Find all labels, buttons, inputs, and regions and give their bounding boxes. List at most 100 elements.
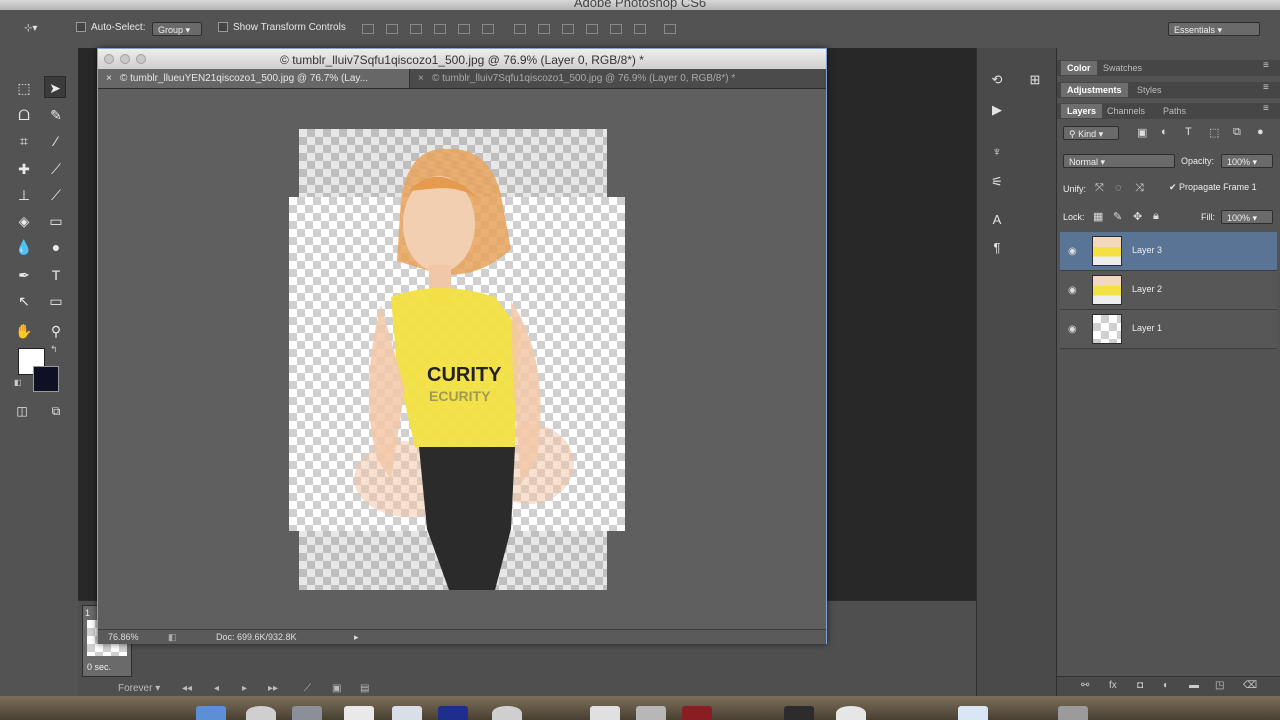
distribute-right-icon[interactable]: [634, 24, 646, 34]
tab-paths[interactable]: Paths: [1157, 104, 1192, 118]
layer-name[interactable]: Layer 1: [1132, 323, 1162, 333]
distribute-left-icon[interactable]: [586, 24, 598, 34]
workspace-switcher[interactable]: Essentials ▾: [1168, 22, 1260, 36]
layer-mask-icon[interactable]: ◘: [1137, 680, 1143, 691]
align-vcenter-icon[interactable]: [386, 24, 398, 34]
app-icon[interactable]: [492, 706, 522, 720]
eraser-tool-icon[interactable]: ◈: [13, 210, 35, 232]
gradient-tool-icon[interactable]: ▭: [45, 210, 67, 232]
rectangle-tool-icon[interactable]: ▭: [45, 290, 67, 312]
document-titlebar[interactable]: © tumblr_lluiv7Sqfu1qiscozo1_500.jpg @ 7…: [98, 49, 826, 69]
tab-styles[interactable]: Styles: [1131, 83, 1168, 97]
visibility-eye-icon[interactable]: ◉: [1068, 324, 1077, 335]
filter-adjustment-icon[interactable]: ◐: [1161, 126, 1168, 138]
new-group-icon[interactable]: ▬: [1189, 680, 1199, 691]
document-tab-1[interactable]: × © tumblr_llueuYEN21qiscozo1_500.jpg @ …: [98, 69, 410, 88]
show-transform-checkbox[interactable]: Show Transform Controls: [218, 22, 346, 33]
app-icon[interactable]: [1058, 706, 1088, 720]
panel-menu-icon[interactable]: ≡: [1263, 103, 1269, 114]
lock-transparency-icon[interactable]: ▦: [1093, 210, 1103, 223]
minimize-window-icon[interactable]: [120, 54, 130, 64]
app-icon[interactable]: [438, 706, 468, 720]
screen-mode-icon[interactable]: ⧉: [45, 400, 67, 422]
filter-smart-object-icon[interactable]: ⧉: [1233, 126, 1241, 139]
hand-tool-icon[interactable]: ✋: [13, 320, 35, 342]
align-top-icon[interactable]: [362, 24, 374, 34]
finder-icon[interactable]: [196, 706, 226, 720]
filter-shape-icon[interactable]: ⬚: [1209, 126, 1219, 139]
move-tool-preset-icon[interactable]: ⊹▾: [24, 23, 37, 34]
tab-layers[interactable]: Layers: [1061, 104, 1103, 118]
quick-mask-icon[interactable]: ◫: [11, 400, 33, 422]
loop-dropdown[interactable]: Forever ▾: [118, 683, 160, 694]
type-tool-icon[interactable]: T: [45, 264, 67, 286]
zoom-tool-icon[interactable]: ⚲: [45, 320, 67, 342]
tab-adjustments[interactable]: Adjustments: [1061, 83, 1128, 97]
pen-tool-icon[interactable]: ✒: [13, 264, 35, 286]
first-frame-button[interactable]: ◂◂: [182, 683, 192, 694]
distribute-top-icon[interactable]: [514, 24, 526, 34]
frame-delay[interactable]: 0 sec.: [87, 662, 111, 672]
distribute-vcenter-icon[interactable]: [538, 24, 550, 34]
layer-row-1[interactable]: ◉ Layer 1: [1060, 310, 1277, 349]
launchpad-icon[interactable]: [246, 706, 276, 720]
panel-menu-icon[interactable]: ≡: [1263, 60, 1269, 71]
tween-button[interactable]: ⟋: [304, 683, 311, 694]
auto-select-checkbox[interactable]: Auto-Select:: [76, 22, 145, 33]
marquee-tool-icon[interactable]: ⬚: [13, 77, 35, 99]
distribute-bottom-icon[interactable]: [562, 24, 574, 34]
lock-pixels-icon[interactable]: ✎: [1113, 210, 1122, 223]
align-bottom-icon[interactable]: [410, 24, 422, 34]
previous-frame-button[interactable]: ◂: [214, 683, 219, 694]
app-icon[interactable]: [292, 706, 322, 720]
mail-icon[interactable]: [344, 706, 374, 720]
filter-pixel-icon[interactable]: ▣: [1137, 126, 1147, 139]
close-tab-icon[interactable]: ×: [106, 69, 112, 88]
app-icon[interactable]: [958, 706, 988, 720]
auto-select-dropdown[interactable]: Group ▾: [152, 22, 202, 36]
panel-menu-icon[interactable]: ≡: [1263, 82, 1269, 93]
path-selection-tool-icon[interactable]: ↖: [13, 290, 35, 312]
paragraph-panel-icon[interactable]: ¶: [987, 238, 1007, 258]
status-menu-arrow-icon[interactable]: ▸: [354, 630, 359, 644]
unify-style-icon[interactable]: ⤨: [1135, 182, 1144, 195]
character-panel-icon[interactable]: A: [987, 210, 1007, 230]
history-brush-tool-icon[interactable]: ⟋: [45, 184, 67, 206]
zoom-window-icon[interactable]: [136, 54, 146, 64]
brush-panel-icon[interactable]: ♆: [987, 142, 1007, 162]
layer-row-2[interactable]: ◉ Layer 2: [1060, 271, 1277, 310]
opacity-field[interactable]: 100% ▾: [1221, 154, 1273, 168]
zoom-level[interactable]: 76.86%: [108, 630, 139, 644]
background-color-swatch[interactable]: [33, 366, 59, 392]
play-button[interactable]: ▸: [242, 683, 247, 694]
document-tab-2[interactable]: × © tumblr_lluiv7Sqfu1qiscozo1_500.jpg @…: [410, 69, 826, 88]
next-frame-button[interactable]: ▸▸: [268, 683, 278, 694]
distribute-hcenter-icon[interactable]: [610, 24, 622, 34]
app-icon[interactable]: [682, 706, 712, 720]
layer-filter-kind[interactable]: ⚲ Kind ▾: [1063, 126, 1119, 140]
eyedropper-tool-icon[interactable]: ⁄: [45, 130, 67, 152]
app-icon[interactable]: [636, 706, 666, 720]
info-panel-icon[interactable]: ⊞: [1025, 70, 1045, 90]
layer-name[interactable]: Layer 3: [1132, 245, 1162, 255]
delete-frame-button[interactable]: ▤: [360, 683, 369, 694]
clone-stamp-tool-icon[interactable]: ⊥: [13, 184, 35, 206]
app-icon[interactable]: [836, 706, 866, 720]
brush-tool-icon[interactable]: ⟋: [45, 158, 67, 180]
fill-field[interactable]: 100% ▾: [1221, 210, 1273, 224]
actions-panel-icon[interactable]: ▶: [987, 100, 1007, 120]
lasso-tool-icon[interactable]: ᗝ: [13, 104, 35, 126]
tab-swatches[interactable]: Swatches: [1097, 61, 1148, 75]
healing-brush-tool-icon[interactable]: ✚: [13, 158, 35, 180]
tab-color[interactable]: Color: [1061, 61, 1097, 75]
align-right-icon[interactable]: [482, 24, 494, 34]
tab-channels[interactable]: Channels: [1101, 104, 1151, 118]
delete-layer-icon[interactable]: ⌫: [1243, 680, 1257, 691]
unify-visibility-icon[interactable]: ◌: [1115, 182, 1122, 194]
visibility-eye-icon[interactable]: ◉: [1068, 285, 1077, 296]
safari-icon[interactable]: [392, 706, 422, 720]
lock-position-icon[interactable]: ✥: [1133, 210, 1142, 223]
blend-mode-dropdown[interactable]: Normal ▾: [1063, 154, 1175, 168]
duplicate-frame-button[interactable]: ▣: [332, 683, 341, 694]
dodge-tool-icon[interactable]: ●: [45, 236, 67, 258]
